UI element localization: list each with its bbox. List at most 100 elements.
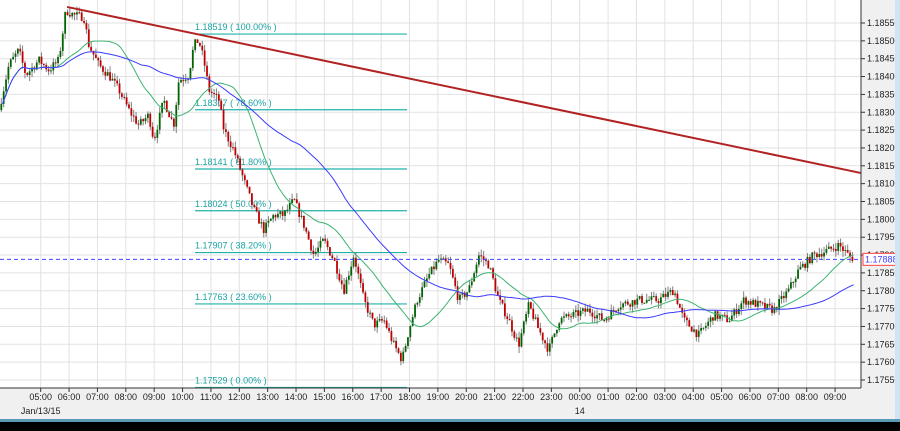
y-tick-label: 1.18550 <box>867 18 900 28</box>
candle-body <box>357 266 360 274</box>
candle-body <box>26 72 29 75</box>
x-tick-label: 03:00 <box>654 392 677 402</box>
candle-body <box>579 310 582 316</box>
candle-body <box>799 266 802 270</box>
candle-body <box>548 343 551 352</box>
x-tick-label: 12:00 <box>228 392 251 402</box>
candle-body <box>584 308 587 312</box>
candle-body <box>565 314 568 317</box>
candle-body <box>71 12 74 17</box>
candle-body <box>269 218 272 221</box>
candle-body <box>222 109 225 130</box>
candle-body <box>754 300 757 307</box>
x-tick-label: 09:00 <box>143 392 166 402</box>
candle-body <box>38 56 41 63</box>
candle-body <box>742 297 745 304</box>
candle-body <box>300 215 303 217</box>
candle-body <box>208 76 211 92</box>
candle-body <box>104 71 107 76</box>
candle-body <box>787 288 790 292</box>
candle-body <box>560 317 563 324</box>
fibonacci-level-label: 1.17763 ( 23.60% ) <box>195 292 272 302</box>
candle-body <box>390 331 393 342</box>
price-chart[interactable]: 1.18550 1.18500 1.18450 1.18400 1.18350 1.183… <box>0 0 900 431</box>
candle-body <box>83 20 85 23</box>
x-tick-label: 05:00 <box>710 392 733 402</box>
candle-body <box>622 303 624 308</box>
candle-body <box>449 262 452 269</box>
candle-body <box>236 155 239 159</box>
y-tick-label: 1.18500 <box>867 36 900 46</box>
candle-body <box>102 66 104 72</box>
candle-body <box>364 292 367 303</box>
candle-body <box>780 296 783 299</box>
candle-body <box>347 275 350 280</box>
candle-body <box>399 352 402 362</box>
candle-body <box>388 327 390 332</box>
candle-body <box>336 260 338 274</box>
y-tick-label: 1.18100 <box>867 179 900 189</box>
fibonacci-level-label: 1.17529 ( 0.00% ) <box>195 375 267 385</box>
candle-body <box>421 287 424 298</box>
candle-body <box>331 255 334 259</box>
candle-body <box>816 253 818 258</box>
candle-body <box>203 50 206 66</box>
candle-body <box>801 263 804 267</box>
candle-body <box>265 222 267 233</box>
candle-body <box>324 238 327 241</box>
candle-body <box>643 302 646 304</box>
candle-body <box>577 310 580 316</box>
candle-body <box>752 300 755 305</box>
candle-body <box>97 58 100 61</box>
candle-body <box>683 312 686 318</box>
candle-body <box>664 293 667 297</box>
candle-body <box>312 250 315 254</box>
candle-body <box>142 119 145 122</box>
candle-body <box>768 303 771 306</box>
candle-body <box>293 199 296 201</box>
candle-body <box>326 240 329 248</box>
candle-body <box>456 286 459 300</box>
candle-body <box>59 51 62 57</box>
candle-body <box>85 22 88 30</box>
candle-body <box>468 285 471 293</box>
candle-body <box>704 325 707 328</box>
candle-body <box>170 117 173 119</box>
candle-body <box>444 258 447 262</box>
candle-body <box>66 12 69 15</box>
candle-body <box>631 300 634 307</box>
x-tick-label: 09:00 <box>824 392 847 402</box>
candle-body <box>534 317 537 319</box>
candle-body <box>527 302 530 315</box>
candle-body <box>272 215 275 219</box>
candle-body <box>608 318 610 320</box>
candle-body <box>392 340 395 342</box>
candle-body <box>846 250 849 253</box>
candle-body <box>503 303 506 317</box>
candle-body <box>383 320 386 322</box>
candle-body <box>567 314 570 317</box>
candle-body <box>712 317 714 321</box>
candle-body <box>125 97 128 105</box>
candle-body <box>714 311 717 321</box>
candle-body <box>719 315 721 319</box>
x-tick-label: 11:00 <box>200 392 222 402</box>
candle-body <box>506 316 509 319</box>
candle-body <box>260 222 263 224</box>
candle-body <box>475 264 478 274</box>
candle-body <box>728 321 731 323</box>
candle-body <box>598 313 601 316</box>
candle-body <box>430 266 433 275</box>
candle-body <box>423 281 426 288</box>
fibonacci-level-label: 1.18141 ( 61.80% ) <box>195 157 272 167</box>
candle-body <box>522 321 525 334</box>
candle-body <box>655 296 658 302</box>
candle-body <box>596 315 598 319</box>
x-tick-label: 20:00 <box>455 392 478 402</box>
y-tick-label: 1.18000 <box>867 214 900 224</box>
candle-body <box>253 204 256 208</box>
candle-body <box>581 308 584 311</box>
candle-body <box>700 328 703 331</box>
candle-body <box>329 247 331 256</box>
candle-body <box>834 249 837 251</box>
